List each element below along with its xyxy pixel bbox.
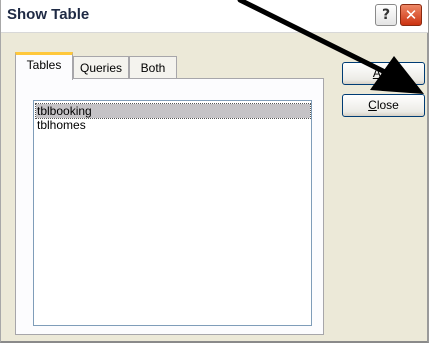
annotation-arrow-icon [237, 0, 424, 94]
